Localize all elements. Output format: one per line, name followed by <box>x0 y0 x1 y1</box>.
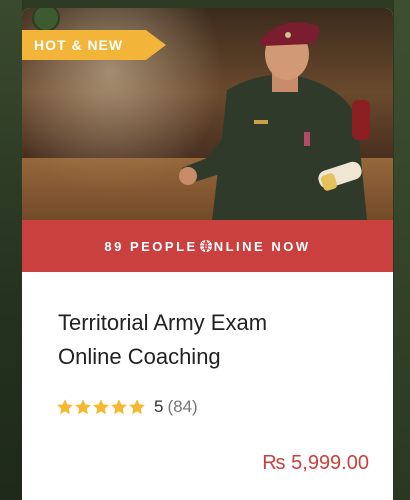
background-right <box>394 0 410 500</box>
hot-new-badge: HOT & NEW <box>22 30 166 60</box>
globe-icon <box>199 239 213 253</box>
online-count-text: 89 PEOPLE <box>104 238 198 254</box>
rating-count: (84) <box>167 397 198 416</box>
course-card[interactable]: HOT & NEW 89 PEOPLE NLINE NOW Territoria… <box>22 8 393 500</box>
online-now-text: NLINE NOW <box>213 238 311 254</box>
star-icon <box>93 399 109 415</box>
star-icon <box>75 399 91 415</box>
course-price: ₨ 5,999.00 <box>262 452 369 474</box>
course-title[interactable]: Territorial Army Exam Online Coaching <box>58 306 368 374</box>
course-title-line1: Territorial Army Exam <box>58 310 268 335</box>
course-info: Territorial Army Exam Online Coaching 5 … <box>22 272 393 500</box>
course-hero-image[interactable]: HOT & NEW <box>22 8 393 220</box>
online-now-banner: 89 PEOPLE NLINE NOW <box>22 220 393 272</box>
star-icon <box>111 399 127 415</box>
course-title-line2: Online Coaching <box>58 344 221 369</box>
star-icon <box>129 399 145 415</box>
rating-value: 5 <box>154 397 164 416</box>
rating: 5 (84) <box>56 397 198 417</box>
star-icon <box>57 399 73 415</box>
background-left <box>0 0 22 500</box>
